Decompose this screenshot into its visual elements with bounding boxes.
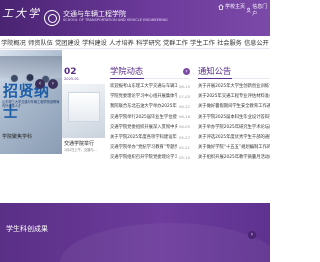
news-more-button[interactable]: › <box>183 68 190 75</box>
news-item[interactable]: 我院联合东北石油大学举办2025年度学术研讨会06-22 <box>110 101 190 111</box>
notices-divider-accent <box>198 78 232 79</box>
recruitment-banner[interactable]: 招贤纳士 山东理工大学交通与车辆工程学院诚聘海内外优秀人才 学院聚焦学科 <box>0 50 62 154</box>
news-item[interactable]: 欢迎报考山东理工大学交通与车辆工程学院！08-10 <box>110 81 190 91</box>
featured-day: 02 <box>64 67 77 77</box>
notices-list: 关于开展2025年大学生创新创业训练计划项目 关于2025年交通工程专业评估材料… <box>198 81 270 163</box>
notice-item[interactable]: 关于举办学院2025年研究生学术论坛的通知 <box>198 122 270 132</box>
featured-news-card[interactable]: 02 2025-01 交通学院举行 1月2日上午，交通与… <box>62 66 105 154</box>
featured-date: 02 2025-01 <box>64 68 86 82</box>
nav-item-student-work[interactable]: 学生工作 <box>190 38 215 47</box>
home-icon <box>218 3 224 10</box>
nav-item-party[interactable]: 党团建设 <box>55 38 80 47</box>
news-heading[interactable]: 学院动态 <box>110 65 143 77</box>
nav-item-disclosure[interactable]: 信息公开 <box>244 38 269 47</box>
banner-subtitle: 山东理工大学交通与车辆工程学院诚聘海内外优秀人才 <box>2 100 60 109</box>
portal-link[interactable]: 信息门户 <box>246 3 270 17</box>
achievements-next-button[interactable]: › <box>248 231 256 239</box>
banner-prev-button[interactable]: ‹ <box>35 79 45 89</box>
banner-next-button[interactable]: › <box>48 79 58 89</box>
news-item[interactable]: 关于学院2025年度各项学科建设年中检查情况05-27 <box>110 132 190 142</box>
school-home-link[interactable]: 学校主页 <box>218 3 245 10</box>
nav-item-mass-work[interactable]: 党群工作 <box>163 38 188 47</box>
news-item[interactable]: 学院党委理论学习中心组开展集体学习 07-03 <box>110 91 190 101</box>
user-icon <box>246 7 251 13</box>
nav-item-faculty[interactable]: 师资队伍 <box>28 38 53 47</box>
school-home-label: 学校主页 <box>225 4 246 10</box>
main-nav: 学院概况 师资队伍 党团建设 学科建设 人才培养 科学研究 党群工作 学生工作 … <box>0 36 270 49</box>
student-achievements-section: 学生科创成果 <box>0 203 270 262</box>
featured-desc: 1月2日上午，交通与… <box>64 148 97 152</box>
site-header: 工大学 交通与车辆工程学院 SCHOOL OF TRANSPORTATION A… <box>0 0 270 36</box>
notice-item[interactable]: 关于做好暑假期间学生安全教育工作通知 <box>198 101 270 111</box>
portal-label: 信息门户 <box>252 4 268 17</box>
college-name-en: SCHOOL OF TRANSPORTATION AND VEHICLE ENG… <box>63 18 168 22</box>
notice-item[interactable]: 关于评选2025年度优秀学生干部的通知 <box>198 132 270 142</box>
news-item[interactable]: 交通学院举行2025届毕业生学位授予仪式06-16 <box>110 112 190 122</box>
news-item[interactable]: 交通学院组织召开学院党委理论学习中心组会议05-10 <box>110 152 190 162</box>
nav-item-discipline[interactable]: 学科建设 <box>82 38 107 47</box>
nav-item-service[interactable]: 社会服务 <box>217 38 242 47</box>
notice-item[interactable]: 关于组织开展2025年教学质量月活动的通知 <box>198 152 270 162</box>
news-item[interactable]: 交通学院党委组织开展深入贯彻中央八项规定精神06-05 <box>110 122 190 132</box>
notice-item[interactable]: 关于学院2025届本科生毕业设计答辩安排 <box>198 112 270 122</box>
nav-item-overview[interactable]: 学院概况 <box>1 38 26 47</box>
nav-item-research[interactable]: 科学研究 <box>136 38 161 47</box>
featured-thumbnail <box>62 84 105 138</box>
notice-item[interactable]: 关于开展2025年大学生创新创业训练计划项目 <box>198 81 270 91</box>
college-seal-icon <box>44 10 60 26</box>
banner-caption: 学院聚焦学科 <box>2 134 33 140</box>
featured-year-month: 2025-01 <box>64 77 80 81</box>
news-divider-accent <box>110 78 144 79</box>
notice-item[interactable]: 关于2025年交通工程专业评估材料准备工作 <box>198 91 270 101</box>
student-achievements-heading[interactable]: 学生科创成果 <box>6 224 48 234</box>
featured-title: 交通学院举行 <box>64 141 95 147</box>
nav-item-education[interactable]: 人才培养 <box>109 38 134 47</box>
university-logo-text[interactable]: 工大学 <box>2 5 41 21</box>
notices-heading[interactable]: 通知公告 <box>198 65 231 77</box>
notice-item[interactable]: 关于做好学院“十五五”规划编制工作的通知 <box>198 142 270 152</box>
news-item[interactable]: 交通学院举办“党纪学习教育”专题党课活动05-21 <box>110 142 190 152</box>
news-list: 欢迎报考山东理工大学交通与车辆工程学院！08-10 学院党委理论学习中心组开展集… <box>110 81 190 163</box>
